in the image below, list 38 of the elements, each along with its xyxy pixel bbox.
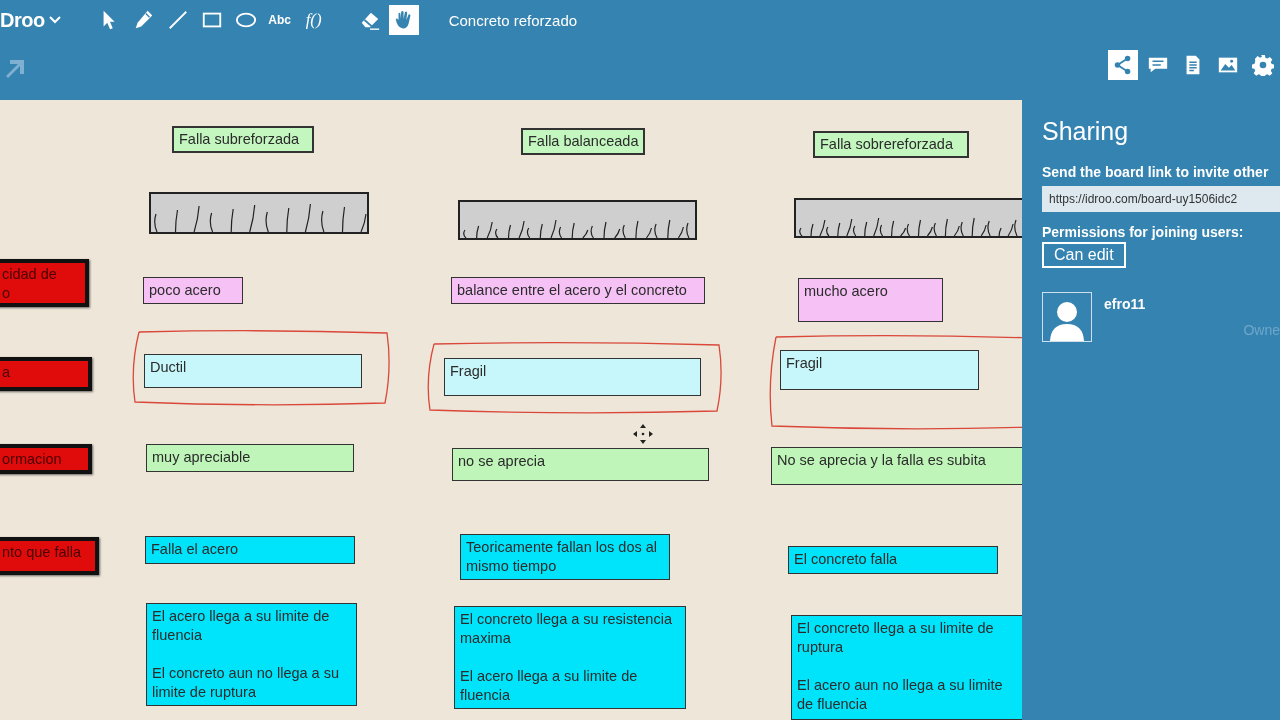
hand-icon[interactable] bbox=[388, 5, 419, 35]
row-label: a bbox=[0, 357, 92, 391]
sticky-note: Fragil bbox=[780, 350, 979, 390]
sticky-note: Fragil bbox=[444, 358, 701, 396]
sticky-note: no se aprecia bbox=[452, 448, 709, 481]
permissions-label: Permissions for joining users: bbox=[1042, 224, 1245, 240]
column-header: Falla balanceada bbox=[521, 128, 645, 155]
permission-button[interactable]: Can edit bbox=[1042, 242, 1126, 268]
sticky-note: El concreto llega a su limite de ruptura El acero aun no llega a su limite de fluencia bbox=[791, 615, 1022, 720]
panel-title: Sharing bbox=[1042, 117, 1130, 146]
sticky-note: El concreto falla bbox=[788, 546, 998, 574]
avatar-icon bbox=[1042, 292, 1092, 342]
sticky-note: muy apreciable bbox=[146, 444, 354, 472]
text-tool[interactable]: Abc bbox=[264, 5, 295, 35]
sticky-note: mucho acero bbox=[798, 278, 943, 322]
sticky-note: balance entre el acero y el concreto bbox=[451, 277, 705, 304]
formula-tool[interactable]: f() bbox=[298, 5, 329, 35]
row-label: cidad de o bbox=[0, 259, 89, 307]
sticky-note: Ductil bbox=[144, 354, 362, 388]
user-name: efro11 bbox=[1104, 296, 1146, 312]
link-field[interactable]: https://idroo.com/board-uy1506idc2 bbox=[1042, 186, 1280, 212]
app-logo[interactable]: Droo bbox=[0, 8, 45, 32]
row-label: ormacion bbox=[0, 444, 92, 474]
sticky-note: Falla el acero bbox=[145, 536, 355, 564]
sticky-note: El concreto llega a su resistencia maxima El acero llega a su limite de fluencia bbox=[454, 606, 686, 709]
row-label: nto que falla bbox=[0, 537, 99, 575]
sticky-note: Teoricamente fallan los dos al mismo tiempo bbox=[460, 534, 670, 580]
move-cursor-icon bbox=[632, 423, 654, 445]
column-header: Falla subreforzada bbox=[172, 126, 314, 153]
sticky-note: No se aprecia y la falla es subita bbox=[771, 447, 1022, 485]
share-icon[interactable] bbox=[1108, 50, 1138, 80]
board-title: Concreto reforzado bbox=[448, 11, 578, 29]
column-header: Falla sobrereforzada bbox=[813, 131, 969, 158]
invite-text: Send the board link to invite other bbox=[1042, 164, 1270, 180]
chevron-icon[interactable] bbox=[48, 16, 61, 24]
sticky-note: El acero llega a su limite de fluencia El concreto aun no llega a su limite de ruptura bbox=[146, 603, 357, 706]
sticky-note: poco acero bbox=[143, 277, 243, 304]
user-role: Owne bbox=[1243, 322, 1280, 338]
